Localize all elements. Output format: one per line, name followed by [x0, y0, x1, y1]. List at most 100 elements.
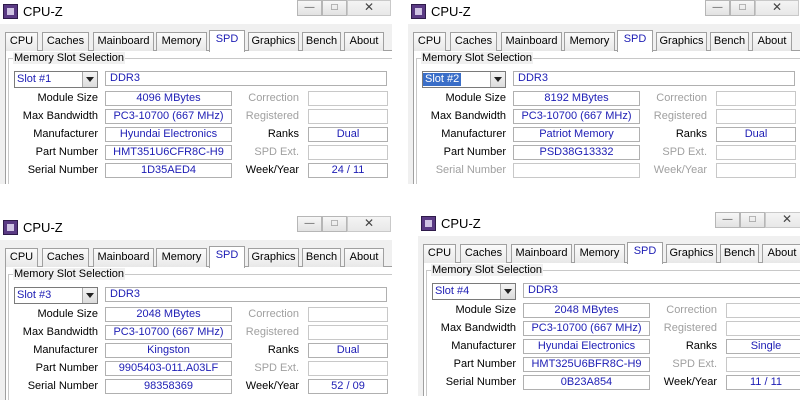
- week-year-label: Week/Year: [663, 376, 717, 388]
- tab-graphics[interactable]: Graphics: [666, 244, 717, 263]
- tab-mainboard[interactable]: Mainboard: [93, 32, 154, 51]
- correction-label: Correction: [656, 92, 707, 104]
- week-year-label: Week/Year: [245, 380, 299, 392]
- tab-mainboard[interactable]: Mainboard: [501, 32, 562, 51]
- tab-strip: CPU Caches Mainboard Memory SPD Graphics…: [5, 30, 392, 52]
- chevron-down-icon[interactable]: [500, 284, 515, 299]
- chevron-down-icon[interactable]: [82, 288, 97, 303]
- max-bandwidth-value: PC3-10700 (667 MHz): [105, 325, 232, 340]
- tab-cpu[interactable]: CPU: [5, 32, 38, 51]
- tab-spd[interactable]: SPD: [617, 30, 653, 52]
- max-bandwidth-label: Max Bandwidth: [22, 110, 98, 122]
- tab-caches[interactable]: Caches: [460, 244, 507, 263]
- cpuz-window-slot-4: CPU-Z — □ ✕ CPU Caches Mainboard Memory …: [418, 212, 800, 396]
- tab-about[interactable]: About: [344, 248, 384, 267]
- module-size-label: Module Size: [455, 304, 516, 316]
- slot-select[interactable]: Slot #2: [422, 71, 506, 88]
- correction-label: Correction: [666, 304, 717, 316]
- minimize-button[interactable]: —: [297, 0, 322, 16]
- tab-bench[interactable]: Bench: [720, 244, 759, 263]
- part-number-value: PSD38G13332: [513, 145, 640, 160]
- tab-bench[interactable]: Bench: [302, 32, 341, 51]
- minimize-button[interactable]: —: [297, 216, 322, 232]
- ranks-value: Dual: [308, 127, 388, 142]
- tab-mainboard[interactable]: Mainboard: [511, 244, 572, 263]
- week-year-value: 24 / 11: [308, 163, 388, 178]
- title-bar[interactable]: CPU-Z — □ ✕: [0, 216, 392, 240]
- chevron-down-icon[interactable]: [82, 72, 97, 87]
- maximize-button[interactable]: □: [322, 0, 347, 16]
- max-bandwidth-value: PC3-10700 (667 MHz): [523, 321, 650, 336]
- title-bar[interactable]: CPU-Z — □ ✕: [408, 0, 800, 24]
- cpuz-window-slot-1: CPU-Z — □ ✕ CPU Caches Mainboard Memory …: [0, 0, 392, 184]
- maximize-button[interactable]: □: [740, 212, 765, 228]
- serial-number-value: 1D35AED4: [105, 163, 232, 178]
- maximize-button[interactable]: □: [322, 216, 347, 232]
- serial-number-label: Serial Number: [445, 376, 516, 388]
- minimize-button[interactable]: —: [715, 212, 740, 228]
- part-number-label: Part Number: [453, 358, 516, 370]
- spd-ext-label: SPD Ext.: [662, 146, 707, 158]
- chevron-down-icon[interactable]: [490, 72, 505, 87]
- close-button[interactable]: ✕: [347, 0, 391, 16]
- cpuz-app-icon: [411, 4, 426, 19]
- tab-caches[interactable]: Caches: [42, 32, 89, 51]
- max-bandwidth-value: PC3-10700 (667 MHz): [513, 109, 640, 124]
- tab-spd[interactable]: SPD: [627, 242, 663, 264]
- tab-strip: CPU Caches Mainboard Memory SPD Graphics…: [413, 30, 800, 52]
- tab-bench[interactable]: Bench: [302, 248, 341, 267]
- cpuz-app-icon: [3, 4, 18, 19]
- tab-memory[interactable]: Memory: [156, 248, 207, 267]
- tab-caches[interactable]: Caches: [42, 248, 89, 267]
- serial-number-label: Serial Number: [27, 380, 98, 392]
- tab-memory[interactable]: Memory: [156, 32, 207, 51]
- tab-about[interactable]: About: [752, 32, 792, 51]
- close-button[interactable]: ✕: [755, 0, 799, 16]
- spd-ext-value: [308, 361, 388, 376]
- title-bar[interactable]: CPU-Z — □ ✕: [0, 0, 392, 24]
- tab-graphics[interactable]: Graphics: [656, 32, 707, 51]
- tab-bench[interactable]: Bench: [710, 32, 749, 51]
- memory-type-field: DDR3: [105, 71, 387, 86]
- slot-select[interactable]: Slot #1: [14, 71, 98, 88]
- part-number-value: HMT325U6BFR8C-H9: [523, 357, 650, 372]
- correction-label: Correction: [248, 308, 299, 320]
- tab-cpu[interactable]: CPU: [413, 32, 446, 51]
- tab-spd[interactable]: SPD: [209, 30, 245, 52]
- week-year-value: 52 / 09: [308, 379, 388, 394]
- tab-graphics[interactable]: Graphics: [248, 32, 299, 51]
- manufacturer-label: Manufacturer: [33, 344, 98, 356]
- correction-value: [308, 91, 388, 106]
- window-title: CPU-Z: [23, 4, 63, 19]
- maximize-button[interactable]: □: [730, 0, 755, 16]
- tab-spd[interactable]: SPD: [209, 246, 245, 268]
- module-size-label: Module Size: [445, 92, 506, 104]
- tab-caches[interactable]: Caches: [450, 32, 497, 51]
- group-label: Memory Slot Selection: [13, 268, 126, 280]
- ranks-label: Ranks: [675, 128, 707, 140]
- close-button[interactable]: ✕: [765, 212, 800, 228]
- manufacturer-value: Patriot Memory: [513, 127, 640, 142]
- slot-select-value: Slot #2: [423, 73, 462, 86]
- tab-graphics[interactable]: Graphics: [248, 248, 299, 267]
- tab-cpu[interactable]: CPU: [5, 248, 38, 267]
- slot-select[interactable]: Slot #4: [432, 283, 516, 300]
- week-year-label: Week/Year: [245, 164, 299, 176]
- tab-memory[interactable]: Memory: [574, 244, 625, 263]
- tab-about[interactable]: About: [762, 244, 800, 263]
- tab-about[interactable]: About: [344, 32, 384, 51]
- slot-select[interactable]: Slot #3: [14, 287, 98, 304]
- tab-strip: CPU Caches Mainboard Memory SPD Graphics…: [5, 246, 392, 268]
- registered-value: [726, 321, 800, 336]
- title-bar[interactable]: CPU-Z — □ ✕: [418, 212, 800, 236]
- registered-label: Registered: [663, 322, 717, 334]
- tab-memory[interactable]: Memory: [564, 32, 615, 51]
- group-label: Memory Slot Selection: [431, 264, 544, 276]
- week-year-value: 11 / 11: [726, 375, 800, 390]
- minimize-button[interactable]: —: [705, 0, 730, 16]
- ranks-label: Ranks: [267, 344, 299, 356]
- close-button[interactable]: ✕: [347, 216, 391, 232]
- part-number-value: HMT351U6CFR8C-H9: [105, 145, 232, 160]
- tab-cpu[interactable]: CPU: [423, 244, 456, 263]
- tab-mainboard[interactable]: Mainboard: [93, 248, 154, 267]
